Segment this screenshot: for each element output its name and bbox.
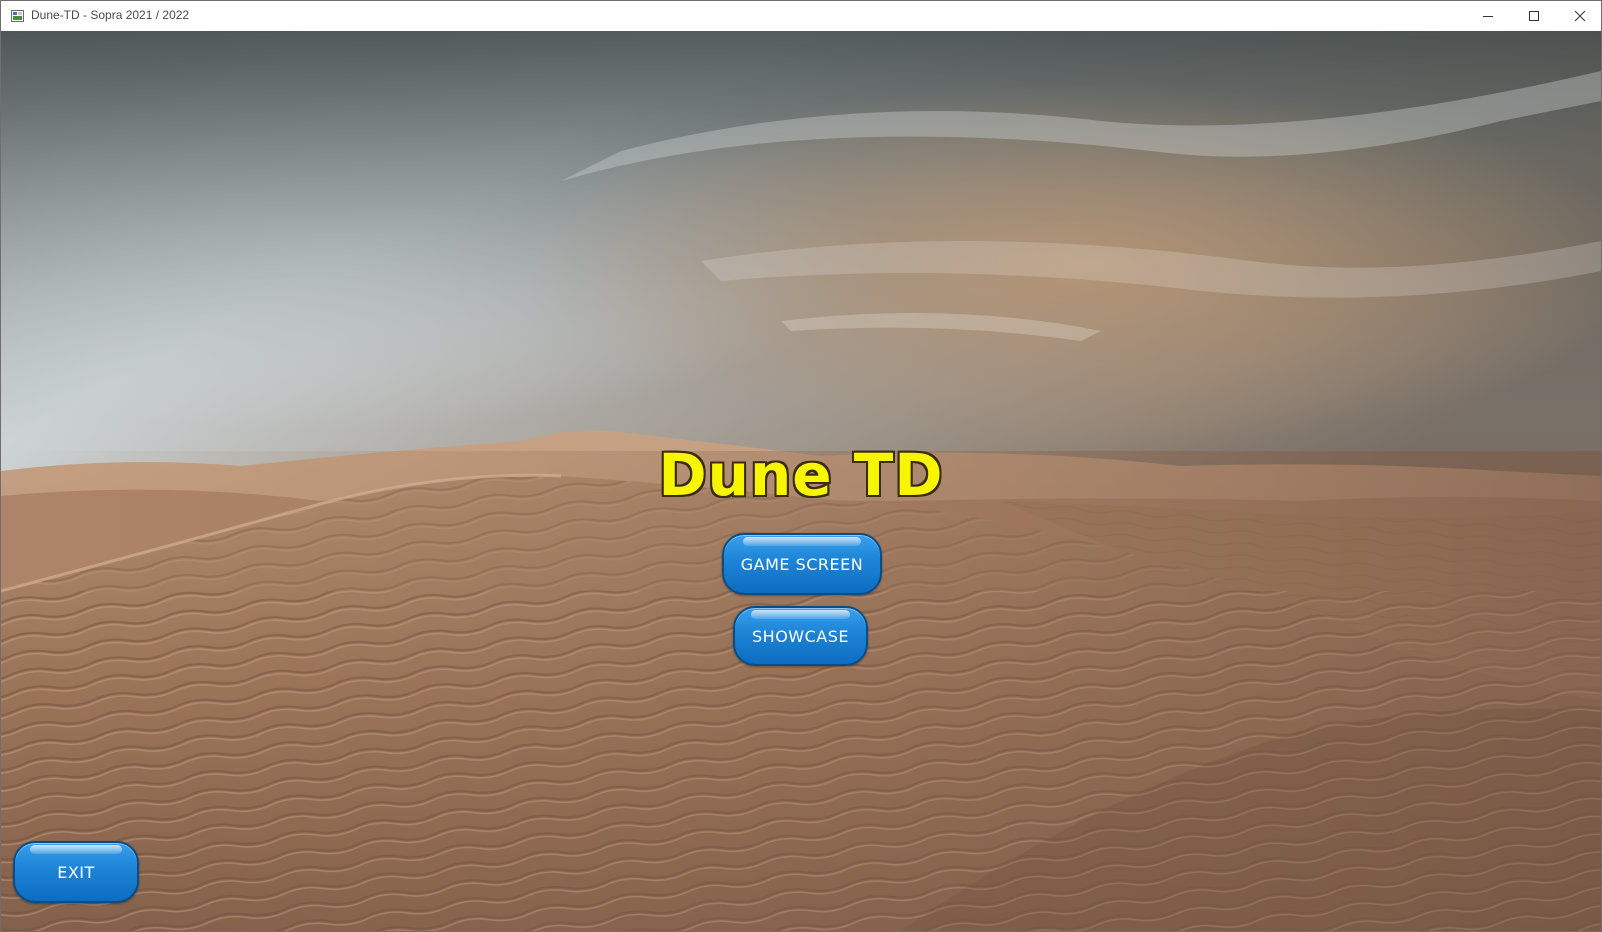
minimize-button[interactable] — [1465, 1, 1511, 31]
title-bar[interactable]: Dune-TD - Sopra 2021 / 2022 — [1, 1, 1601, 31]
minimize-icon — [1483, 16, 1493, 17]
showcase-button[interactable]: SHOWCASE — [733, 606, 868, 666]
maximize-button[interactable] — [1511, 1, 1557, 31]
close-icon — [1574, 10, 1586, 22]
exit-button[interactable]: EXIT — [13, 841, 139, 903]
game-title: Dune TD — [658, 441, 944, 509]
game-screen-button[interactable]: GAME SCREEN — [722, 533, 882, 595]
app-window: Dune-TD - Sopra 2021 / 2022 Dune TD GAME… — [0, 0, 1602, 932]
showcase-button-label: SHOWCASE — [752, 626, 849, 646]
game-scene: Dune TD GAME SCREEN SHOWCASE EXIT — [1, 31, 1601, 931]
game-screen-button-label: GAME SCREEN — [740, 554, 864, 574]
close-button[interactable] — [1557, 1, 1601, 31]
app-icon — [11, 10, 24, 22]
maximize-icon — [1529, 11, 1539, 21]
exit-button-label: EXIT — [57, 862, 95, 882]
window-title: Dune-TD - Sopra 2021 / 2022 — [31, 8, 190, 22]
